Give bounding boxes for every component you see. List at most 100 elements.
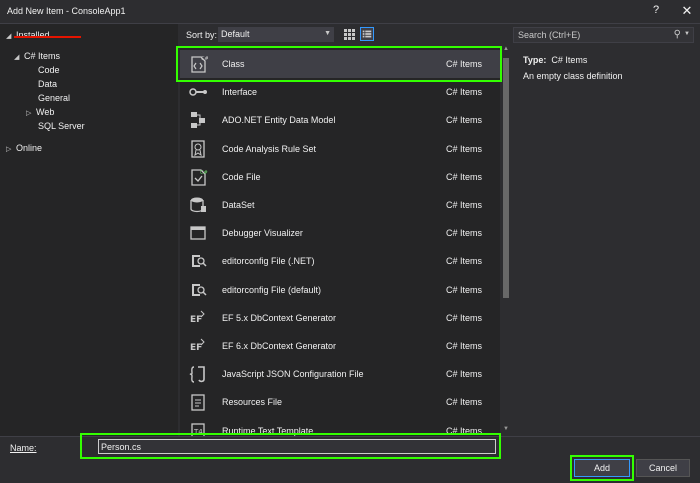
rule-set-icon bbox=[191, 140, 205, 158]
ef-generator-icon: EF bbox=[190, 338, 205, 353]
item-name: Debugger Visualizer bbox=[222, 228, 303, 238]
expand-caret-icon[interactable]: ▷ bbox=[26, 107, 36, 121]
editorconfig-icon bbox=[192, 255, 207, 267]
text-template-icon: T4 bbox=[191, 423, 205, 436]
item-language: C# Items bbox=[446, 228, 483, 238]
item-name: Resources File bbox=[222, 397, 283, 407]
scrollbar-thumb[interactable] bbox=[503, 58, 509, 298]
item-name: Code Analysis Rule Set bbox=[222, 144, 317, 154]
item-language: C# Items bbox=[446, 397, 483, 407]
svg-text:EF: EF bbox=[190, 343, 202, 353]
type-label: Type: bbox=[523, 55, 547, 65]
add-button[interactable]: Add bbox=[574, 459, 630, 477]
item-language: C# Items bbox=[446, 172, 483, 182]
details-panel: Type: C# Items An empty class definition bbox=[513, 50, 694, 430]
list-toolbar: Sort by: Default ▼ bbox=[178, 24, 508, 44]
search-icon[interactable]: ⚲ bbox=[674, 29, 681, 40]
tree-node-csharp-items[interactable]: ◢ C# Items bbox=[14, 49, 60, 63]
chevron-down-icon: ▼ bbox=[324, 30, 331, 37]
json-config-icon bbox=[189, 366, 205, 383]
item-language: C# Items bbox=[446, 87, 483, 97]
tree-node-sql-server[interactable]: SQL Server bbox=[38, 119, 85, 133]
item-name: EF 5.x DbContext Generator bbox=[222, 313, 337, 323]
item-language: C# Items bbox=[446, 256, 483, 266]
list-item[interactable]: EF EF 6.x DbContext Generator C# Items bbox=[180, 332, 500, 360]
sort-by-select[interactable]: Default ▼ bbox=[218, 27, 334, 42]
item-language: C# Items bbox=[446, 115, 483, 125]
scroll-down-icon[interactable]: ▼ bbox=[501, 426, 511, 436]
list-item[interactable]: C# Class C# Items bbox=[180, 50, 500, 78]
list-item[interactable]: editorconfig File (.NET) C# Items bbox=[180, 247, 500, 275]
tree-node-data[interactable]: Data bbox=[38, 77, 57, 91]
close-button[interactable]: ✕ bbox=[678, 3, 696, 21]
vertical-scrollbar[interactable]: ▲ ▼ bbox=[501, 46, 511, 436]
item-name: EF 6.x DbContext Generator bbox=[222, 341, 337, 351]
sort-by-label: Sort by: bbox=[186, 30, 218, 40]
code-file-icon: C# bbox=[191, 169, 208, 186]
annotation-underline bbox=[14, 36, 81, 38]
list-item[interactable]: JavaScript JSON Configuration File C# Ite… bbox=[180, 360, 500, 388]
template-list: C# Class C# Items Interface C# Items ADO.NET … bbox=[180, 46, 500, 436]
list-item[interactable]: Interface C# Items bbox=[180, 78, 500, 106]
item-language: C# Items bbox=[446, 285, 483, 295]
name-field[interactable] bbox=[98, 439, 496, 454]
cancel-button[interactable]: Cancel bbox=[636, 459, 690, 477]
resources-file-icon bbox=[191, 394, 205, 411]
list-item[interactable]: editorconfig File (default) C# Items bbox=[180, 276, 500, 304]
template-tree: ◢ Installed ◢ C# Items Code Data General ▷… bbox=[0, 24, 178, 436]
type-line: Type: C# Items bbox=[523, 55, 587, 65]
item-language: C# Items bbox=[446, 426, 483, 436]
svg-text:EF: EF bbox=[190, 315, 202, 325]
entity-model-icon bbox=[191, 112, 205, 128]
tree-node-installed[interactable]: ◢ Installed bbox=[6, 28, 50, 42]
item-description: An empty class definition bbox=[523, 71, 623, 81]
list-item[interactable]: Debugger Visualizer C# Items bbox=[180, 219, 500, 247]
item-name: Interface bbox=[222, 87, 258, 97]
name-label: Name: bbox=[10, 443, 37, 453]
item-name: Class bbox=[222, 59, 245, 69]
item-name: Code File bbox=[222, 172, 261, 182]
list-item[interactable]: Resources File C# Items bbox=[180, 388, 500, 416]
grid-view-icon[interactable] bbox=[342, 27, 356, 41]
search-input[interactable]: Search (Ctrl+E) ⚲ ▼ bbox=[513, 27, 694, 43]
help-button[interactable]: ? bbox=[648, 4, 664, 20]
list-item[interactable]: T4 Runtime Text Template C# Items bbox=[180, 417, 500, 436]
dataset-icon bbox=[190, 197, 206, 213]
type-value: C# Items bbox=[551, 55, 588, 65]
collapse-caret-icon[interactable]: ◢ bbox=[14, 51, 24, 65]
title-bar: Add New Item - ConsoleApp1 ? ✕ bbox=[0, 0, 700, 24]
item-language: C# Items bbox=[446, 369, 483, 379]
chevron-down-icon[interactable]: ▼ bbox=[684, 31, 690, 37]
item-name: DataSet bbox=[222, 200, 255, 210]
item-name: editorconfig File (.NET) bbox=[222, 256, 315, 266]
window-title: Add New Item - ConsoleApp1 bbox=[7, 6, 126, 16]
window-icon bbox=[190, 226, 206, 240]
scroll-up-icon[interactable]: ▲ bbox=[501, 46, 511, 56]
tree-node-online[interactable]: ▷ Online bbox=[6, 141, 42, 155]
list-item[interactable]: EF EF 5.x DbContext Generator C# Items bbox=[180, 304, 500, 332]
list-item[interactable]: DataSet C# Items bbox=[180, 191, 500, 219]
list-item[interactable]: Code Analysis Rule Set C# Items bbox=[180, 135, 500, 163]
item-language: C# Items bbox=[446, 144, 483, 154]
item-name: ADO.NET Entity Data Model bbox=[222, 115, 336, 125]
interface-icon bbox=[189, 88, 207, 96]
item-language: C# Items bbox=[446, 59, 483, 69]
svg-text:C#: C# bbox=[200, 170, 208, 176]
list-item[interactable]: ADO.NET Entity Data Model C# Items bbox=[180, 106, 500, 134]
ef-generator-icon: EF bbox=[190, 310, 205, 325]
item-name: JavaScript JSON Configuration File bbox=[222, 369, 364, 379]
tree-node-code[interactable]: Code bbox=[38, 63, 60, 77]
expand-caret-icon[interactable]: ▷ bbox=[6, 143, 16, 157]
svg-text:T4: T4 bbox=[193, 428, 203, 436]
list-view-icon[interactable] bbox=[360, 27, 374, 41]
tree-node-general[interactable]: General bbox=[38, 91, 70, 105]
item-language: C# Items bbox=[446, 341, 483, 351]
item-name: Runtime Text Template bbox=[222, 426, 314, 436]
item-name: editorconfig File (default) bbox=[222, 285, 322, 295]
svg-text:C#: C# bbox=[201, 56, 208, 62]
class-icon: C# bbox=[191, 56, 208, 73]
list-item[interactable]: C# Code File C# Items bbox=[180, 163, 500, 191]
tree-node-web[interactable]: ▷ Web bbox=[26, 105, 54, 119]
editorconfig-icon bbox=[192, 284, 207, 296]
item-language: C# Items bbox=[446, 313, 483, 323]
